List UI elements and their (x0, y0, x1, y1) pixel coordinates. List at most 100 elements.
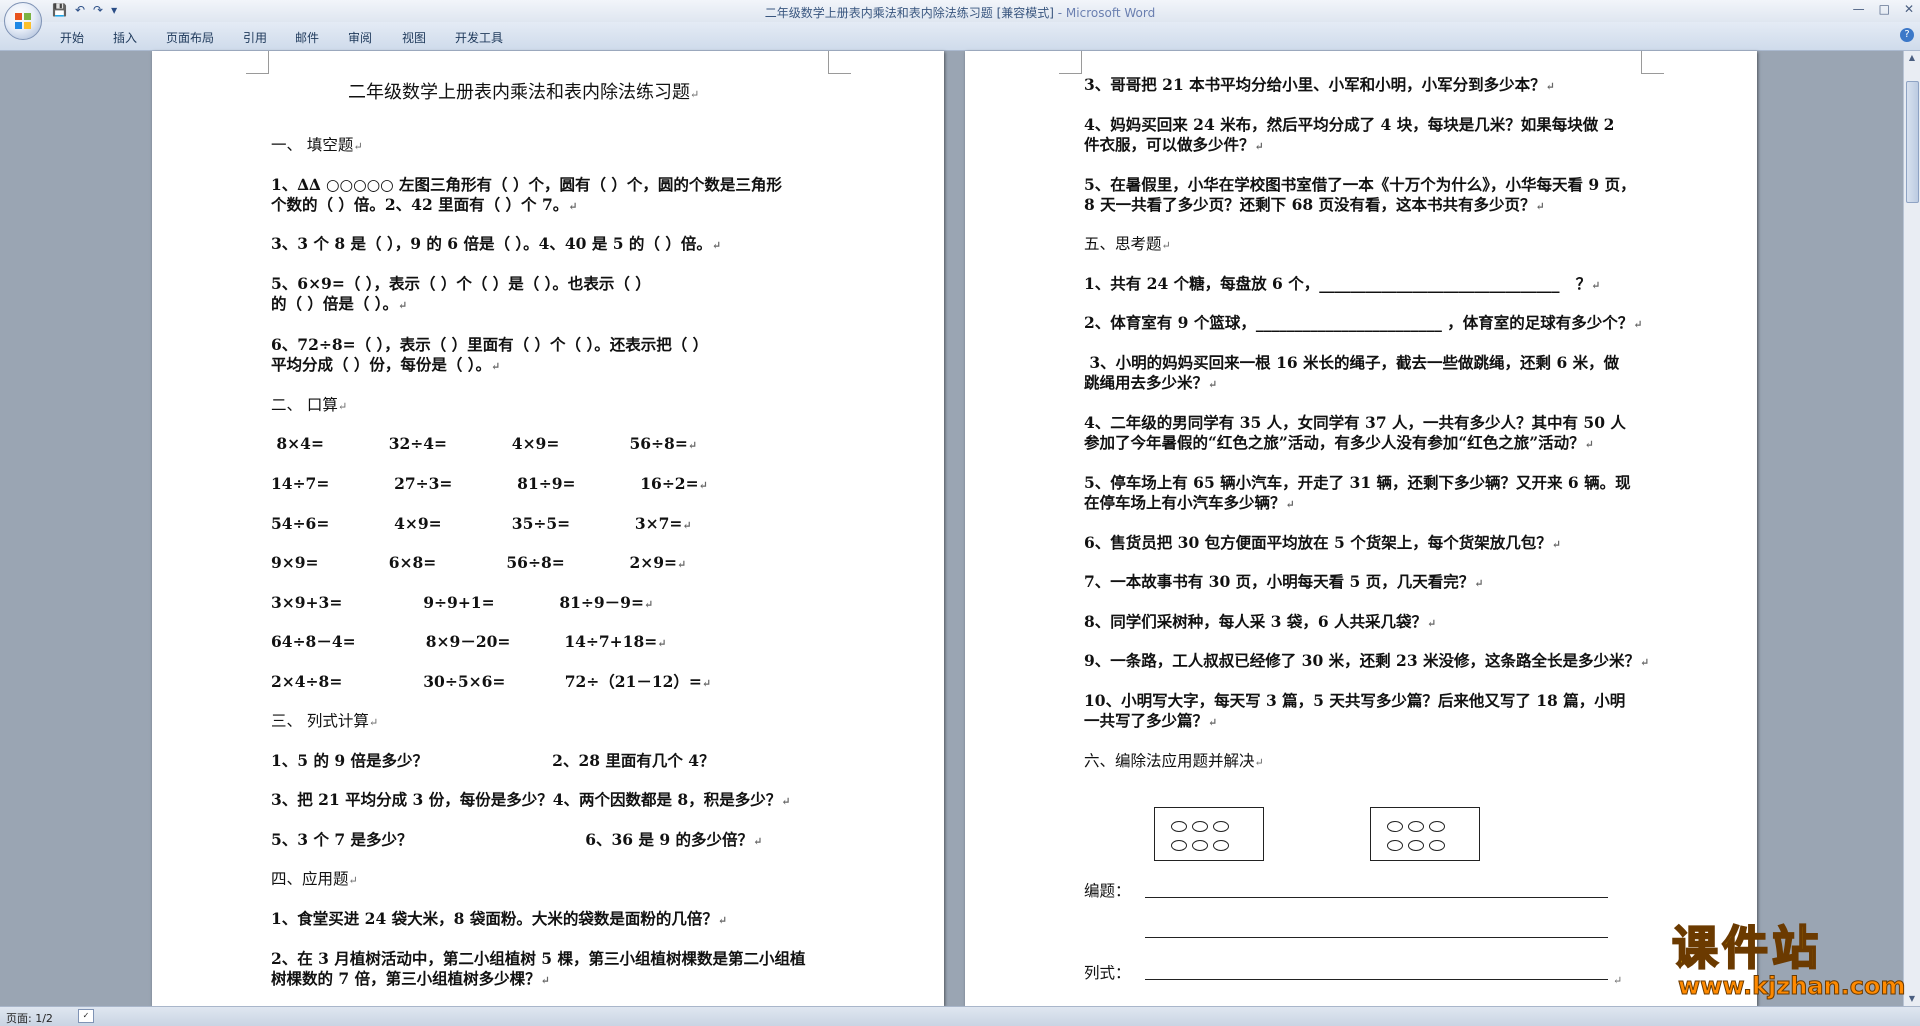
circle-group-box (1370, 807, 1480, 861)
answer-line (1145, 979, 1608, 980)
tab-view[interactable]: 视图 (402, 29, 426, 46)
paragraph: 5、3 个 7 是多少？ 6、36 是 9 的多少倍？↵ (271, 830, 763, 849)
circle-row (1387, 817, 1450, 836)
paragraph: 9、一条路，工人叔叔已经修了 30 米，还剩 23 米没修，这条路全长是多少米？… (1084, 651, 1650, 670)
paragraph: 2×4÷8= 30÷5×6= 72÷（21－12）=↵ (271, 672, 712, 691)
document-page-2[interactable]: 3、哥哥把 21 本书平均分给小里、小军和小明，小军分到多少本？↵ 4、妈妈买回… (965, 51, 1757, 1006)
circle-icon (1408, 840, 1424, 851)
label-biānti: 编题： (1084, 882, 1131, 900)
paragraph: 2、在 3 月植树活动中，第二小组植树 5 棵，第三小组植树棵数是第二小组植 (271, 949, 806, 968)
paragraph: 5、6×9=（ ），表示（ ）个（ ）是（ ）。也表示（ ） (271, 274, 651, 293)
circle-icon (1171, 821, 1187, 832)
title-bar: 💾 ↶ ↷ ▾ 二年级数学上册表内乘法和表内除法练习题 [兼容模式] - Mic… (0, 0, 1920, 23)
maximize-icon[interactable]: □ (1879, 2, 1890, 16)
paragraph: 3、哥哥把 21 本书平均分给小里、小军和小明，小军分到多少本？↵ (1084, 75, 1555, 94)
tab-references[interactable]: 引用 (243, 29, 267, 46)
paragraph: 3、3 个 8 是（ ），9 的 6 倍是（ ）。4、40 是 5 的（ ）倍。… (271, 234, 722, 253)
watermark-cn: 课件站 (1671, 921, 1822, 975)
scroll-up-icon[interactable]: ▲ (1904, 51, 1920, 65)
close-icon[interactable]: ✕ (1904, 2, 1914, 16)
status-bar: 页面: 1/2 ✓ (0, 1006, 1920, 1026)
paragraph: 1、共有 24 个糖，每盘放 6 个，_____________________… (1084, 274, 1601, 293)
ribbon-tabs: 开始 插入 页面布局 引用 邮件 审阅 视图 开发工具 ? (0, 22, 1920, 51)
section-heading: 四、应用题↵ (271, 870, 358, 888)
answer-line (1145, 937, 1608, 938)
paragraph: 64÷8－4= 8×9－20= 14÷7+18=↵ (271, 632, 667, 651)
paragraph: 参加了今年暑假的“红色之旅”活动，有多少人没有参加“红色之旅”活动？↵ (1084, 433, 1594, 452)
circle-icon (1387, 840, 1403, 851)
circle-icon (1213, 821, 1229, 832)
paragraph: 个数的（ ）倍。2、42 里面有（ ）个 7。↵ (271, 195, 578, 214)
scroll-down-icon[interactable]: ▼ (1904, 992, 1920, 1006)
section-heading: 二、 口算↵ (271, 396, 348, 414)
paragraph: 6、72÷8=（ ），表示（ ）里面有（ ）个（ ）。还表示把（ ） (271, 335, 709, 354)
paragraph-mark: ↵ (1613, 974, 1623, 987)
paragraph: 在停车场上有小汽车多少辆？↵ (1084, 493, 1295, 512)
paragraph: 8、同学们采树种，每人采 3 袋，6 人共采几袋？↵ (1084, 612, 1437, 631)
paragraph: 10、小明写大字，每天写 3 篇，5 天共写多少篇？后来他又写了 18 篇，小明 (1084, 691, 1626, 710)
circle-row (1387, 836, 1450, 855)
document-heading: 二年级数学上册表内乘法和表内除法练习题↵ (348, 82, 700, 103)
circle-icon (1387, 821, 1403, 832)
paragraph: 4、妈妈买回来 24 米布，然后平均分成了 4 块，每块是几米？如果每块做 2 (1084, 115, 1615, 134)
paragraph: 跳绳用去多少米？↵ (1084, 373, 1218, 392)
paragraph: 树棵数的 7 倍，第三小组植树多少棵？↵ (271, 969, 550, 988)
circle-icon (1429, 821, 1445, 832)
circle-icon (1408, 821, 1424, 832)
circle-row (1171, 836, 1234, 855)
paragraph: 3、把 21 平均分成 3 份，每份是多少？4、两个因数都是 8，积是多少？↵ (271, 790, 791, 809)
document-page-1[interactable]: 二年级数学上册表内乘法和表内除法练习题↵ 一、 填空题↵ 1、∆∆ ○○○○○ … (152, 51, 944, 1006)
paragraph: 14÷7= 27÷3= 81÷9= 16÷2=↵ (271, 474, 708, 493)
paragraph: 件衣服，可以做多少件？↵ (1084, 135, 1264, 154)
circle-icon (1429, 840, 1445, 851)
circle-row (1171, 817, 1234, 836)
paragraph: 6、售货员把 30 包方便面平均放在 5 个货架上，每个货架放几包？↵ (1084, 533, 1561, 552)
answer-line (1145, 897, 1608, 898)
paragraph: 3×9+3= 9÷9+1= 81÷9－9=↵ (271, 593, 654, 612)
app-name: - Microsoft Word (1053, 6, 1156, 20)
paragraph: 9×9= 6×8= 56÷8= 2×9=↵ (271, 553, 687, 572)
paragraph: 一共写了多少篇？↵ (1084, 711, 1218, 730)
section-heading: 三、 列式计算↵ (271, 712, 379, 730)
document-workspace: 二年级数学上册表内乘法和表内除法练习题↵ 一、 填空题↵ 1、∆∆ ○○○○○ … (0, 51, 1904, 1006)
tab-page-layout[interactable]: 页面布局 (166, 29, 214, 46)
tab-home[interactable]: 开始 (60, 29, 84, 46)
page-indicator[interactable]: 页面: 1/2 (6, 1010, 53, 1026)
vertical-scrollbar[interactable]: ▲ ▼ (1903, 51, 1920, 1006)
circle-icon (1192, 840, 1208, 851)
document-title: 二年级数学上册表内乘法和表内除法练习题 [兼容模式] (764, 6, 1054, 20)
label-lieshi: 列式： (1084, 964, 1131, 982)
window-controls: — □ ✕ (1853, 2, 1914, 16)
office-logo-icon (15, 13, 31, 29)
crop-mark (828, 51, 851, 74)
circle-icon (1213, 840, 1229, 851)
paragraph: 4、二年级的男同学有 35 人，女同学有 37 人，一共有多少人？其中有 50 … (1084, 413, 1626, 432)
paragraph: 1、∆∆ ○○○○○ 左图三角形有（ ）个，圆有（ ）个，圆的个数是三角形 (271, 175, 782, 194)
crop-mark (246, 51, 269, 74)
help-icon[interactable]: ? (1900, 28, 1914, 42)
circle-icon (1192, 821, 1208, 832)
watermark-url: www.kjzhan.com (1677, 972, 1906, 1000)
window-title: 二年级数学上册表内乘法和表内除法练习题 [兼容模式] - Microsoft W… (0, 4, 1920, 21)
paragraph: 3、小明的妈妈买回来一根 16 米长的绳子，截去一些做跳绳，还剩 6 米，做 (1084, 353, 1620, 372)
paragraph: 5、在暑假里，小华在学校图书室借了一本《十万个为什么》，小华每天看 9 页， (1084, 175, 1636, 194)
proofing-icon[interactable]: ✓ (78, 1009, 94, 1023)
minimize-icon[interactable]: — (1853, 2, 1865, 16)
crop-mark (1059, 51, 1082, 74)
tab-review[interactable]: 审阅 (348, 29, 372, 46)
paragraph: 8 天一共看了多少页？还剩下 68 页没有看，这本书共有多少页？↵ (1084, 195, 1545, 214)
tab-insert[interactable]: 插入 (113, 29, 137, 46)
paragraph: 1、食堂买进 24 袋大米，8 袋面粉。大米的袋数是面粉的几倍？↵ (271, 909, 728, 928)
circle-icon (1171, 840, 1187, 851)
circle-group-box (1154, 807, 1264, 861)
paragraph: 2、体育室有 9 个篮球，________________________ ，体… (1084, 313, 1643, 332)
scroll-thumb[interactable] (1906, 81, 1919, 203)
paragraph: 8×4= 32÷4= 4×9= 56÷8=↵ (271, 434, 698, 453)
paragraph: 5、停车场上有 65 辆小汽车，开走了 31 辆，还剩下多少辆？又开来 6 辆。… (1084, 473, 1631, 492)
tab-mailings[interactable]: 邮件 (295, 29, 319, 46)
paragraph: 的（ ）倍是（ ）。↵ (271, 294, 408, 313)
paragraph: 一、 填空题↵ (271, 136, 363, 154)
paragraph: 1、5 的 9 倍是多少？ 2、28 里面有几个 4？ (271, 751, 715, 770)
tab-developer[interactable]: 开发工具 (455, 29, 503, 46)
office-button[interactable] (4, 2, 42, 40)
